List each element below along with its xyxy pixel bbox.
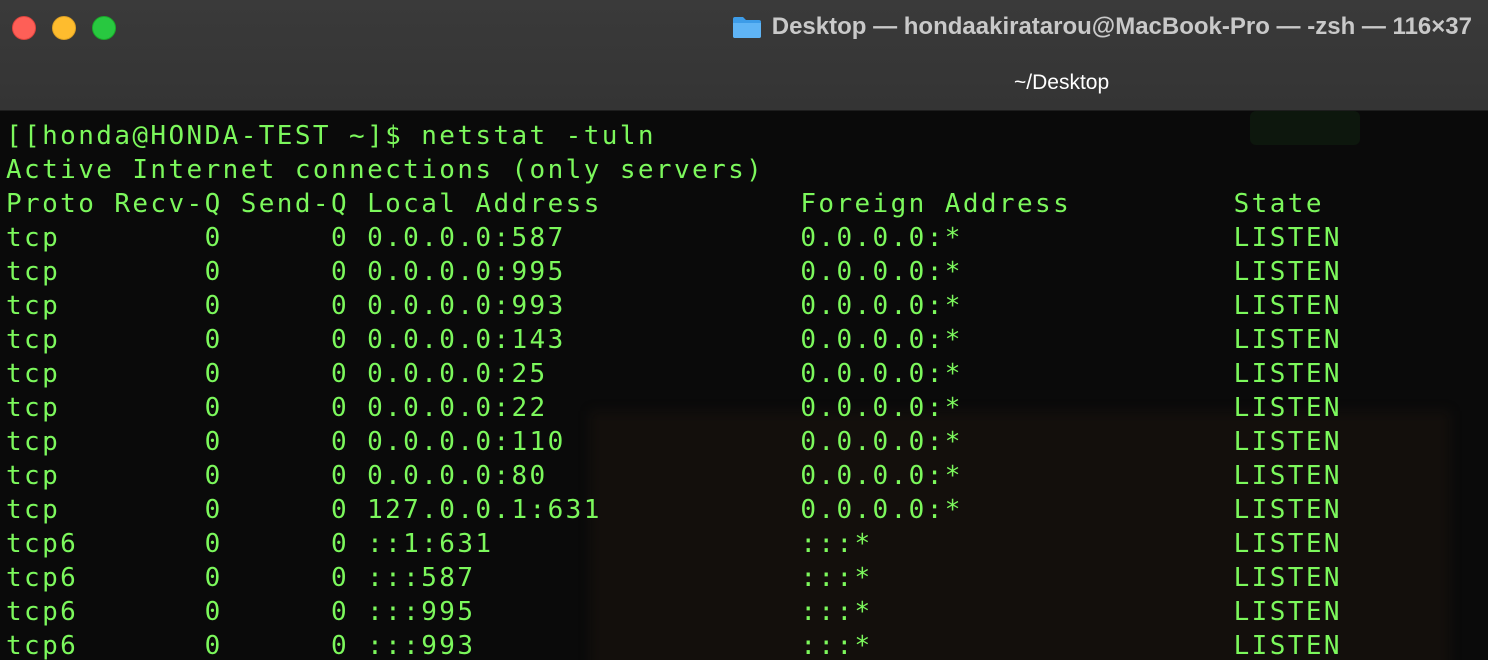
terminal-text: [[honda@HONDA-TEST ~]$ netstat -tuln Acti… [6,119,1342,660]
netstat-row: tcp6 0 0 :::587 :::* LISTEN [6,563,1342,593]
netstat-row: tcp 0 0 0.0.0.0:22 0.0.0.0:* LISTEN [6,393,1342,423]
netstat-row: tcp 0 0 0.0.0.0:143 0.0.0.0:* LISTEN [6,325,1342,355]
zoom-button[interactable] [92,16,116,40]
netstat-columns-line: Proto Recv-Q Send-Q Local Address Foreig… [6,189,1324,219]
netstat-row: tcp6 0 0 :::993 :::* LISTEN [6,631,1342,660]
netstat-row: tcp 0 0 127.0.0.1:631 0.0.0.0:* LISTEN [6,495,1342,525]
tab-title[interactable]: ~/Desktop [1014,71,1109,95]
netstat-row: tcp 0 0 0.0.0.0:110 0.0.0.0:* LISTEN [6,427,1342,457]
netstat-row: tcp 0 0 0.0.0.0:993 0.0.0.0:* LISTEN [6,291,1342,321]
terminal-window: Desktop — hondaakiratarou@MacBook-Pro — … [0,0,1488,660]
netstat-row: tcp6 0 0 :::995 :::* LISTEN [6,597,1342,627]
window-title: Desktop — hondaakiratarou@MacBook-Pro — … [771,13,1472,40]
netstat-row: tcp6 0 0 ::1:631 :::* LISTEN [6,529,1342,559]
netstat-header-line: Active Internet connections (only server… [6,155,765,185]
netstat-row: tcp 0 0 0.0.0.0:25 0.0.0.0:* LISTEN [6,359,1342,389]
netstat-row: tcp 0 0 0.0.0.0:995 0.0.0.0:* LISTEN [6,257,1342,287]
folder-icon [732,17,761,38]
title-bar[interactable]: Desktop — hondaakiratarou@MacBook-Pro — … [0,0,1488,111]
prompt-line: [[honda@HONDA-TEST ~]$ netstat -tuln [6,121,656,151]
window-title-group: Desktop — hondaakiratarou@MacBook-Pro — … [732,10,1472,44]
netstat-row: tcp 0 0 0.0.0.0:80 0.0.0.0:* LISTEN [6,461,1342,491]
minimize-button[interactable] [52,16,76,40]
netstat-row: tcp 0 0 0.0.0.0:587 0.0.0.0:* LISTEN [6,223,1342,253]
close-button[interactable] [12,16,36,40]
terminal-output[interactable]: [[honda@HONDA-TEST ~]$ netstat -tuln Acti… [0,111,1488,660]
